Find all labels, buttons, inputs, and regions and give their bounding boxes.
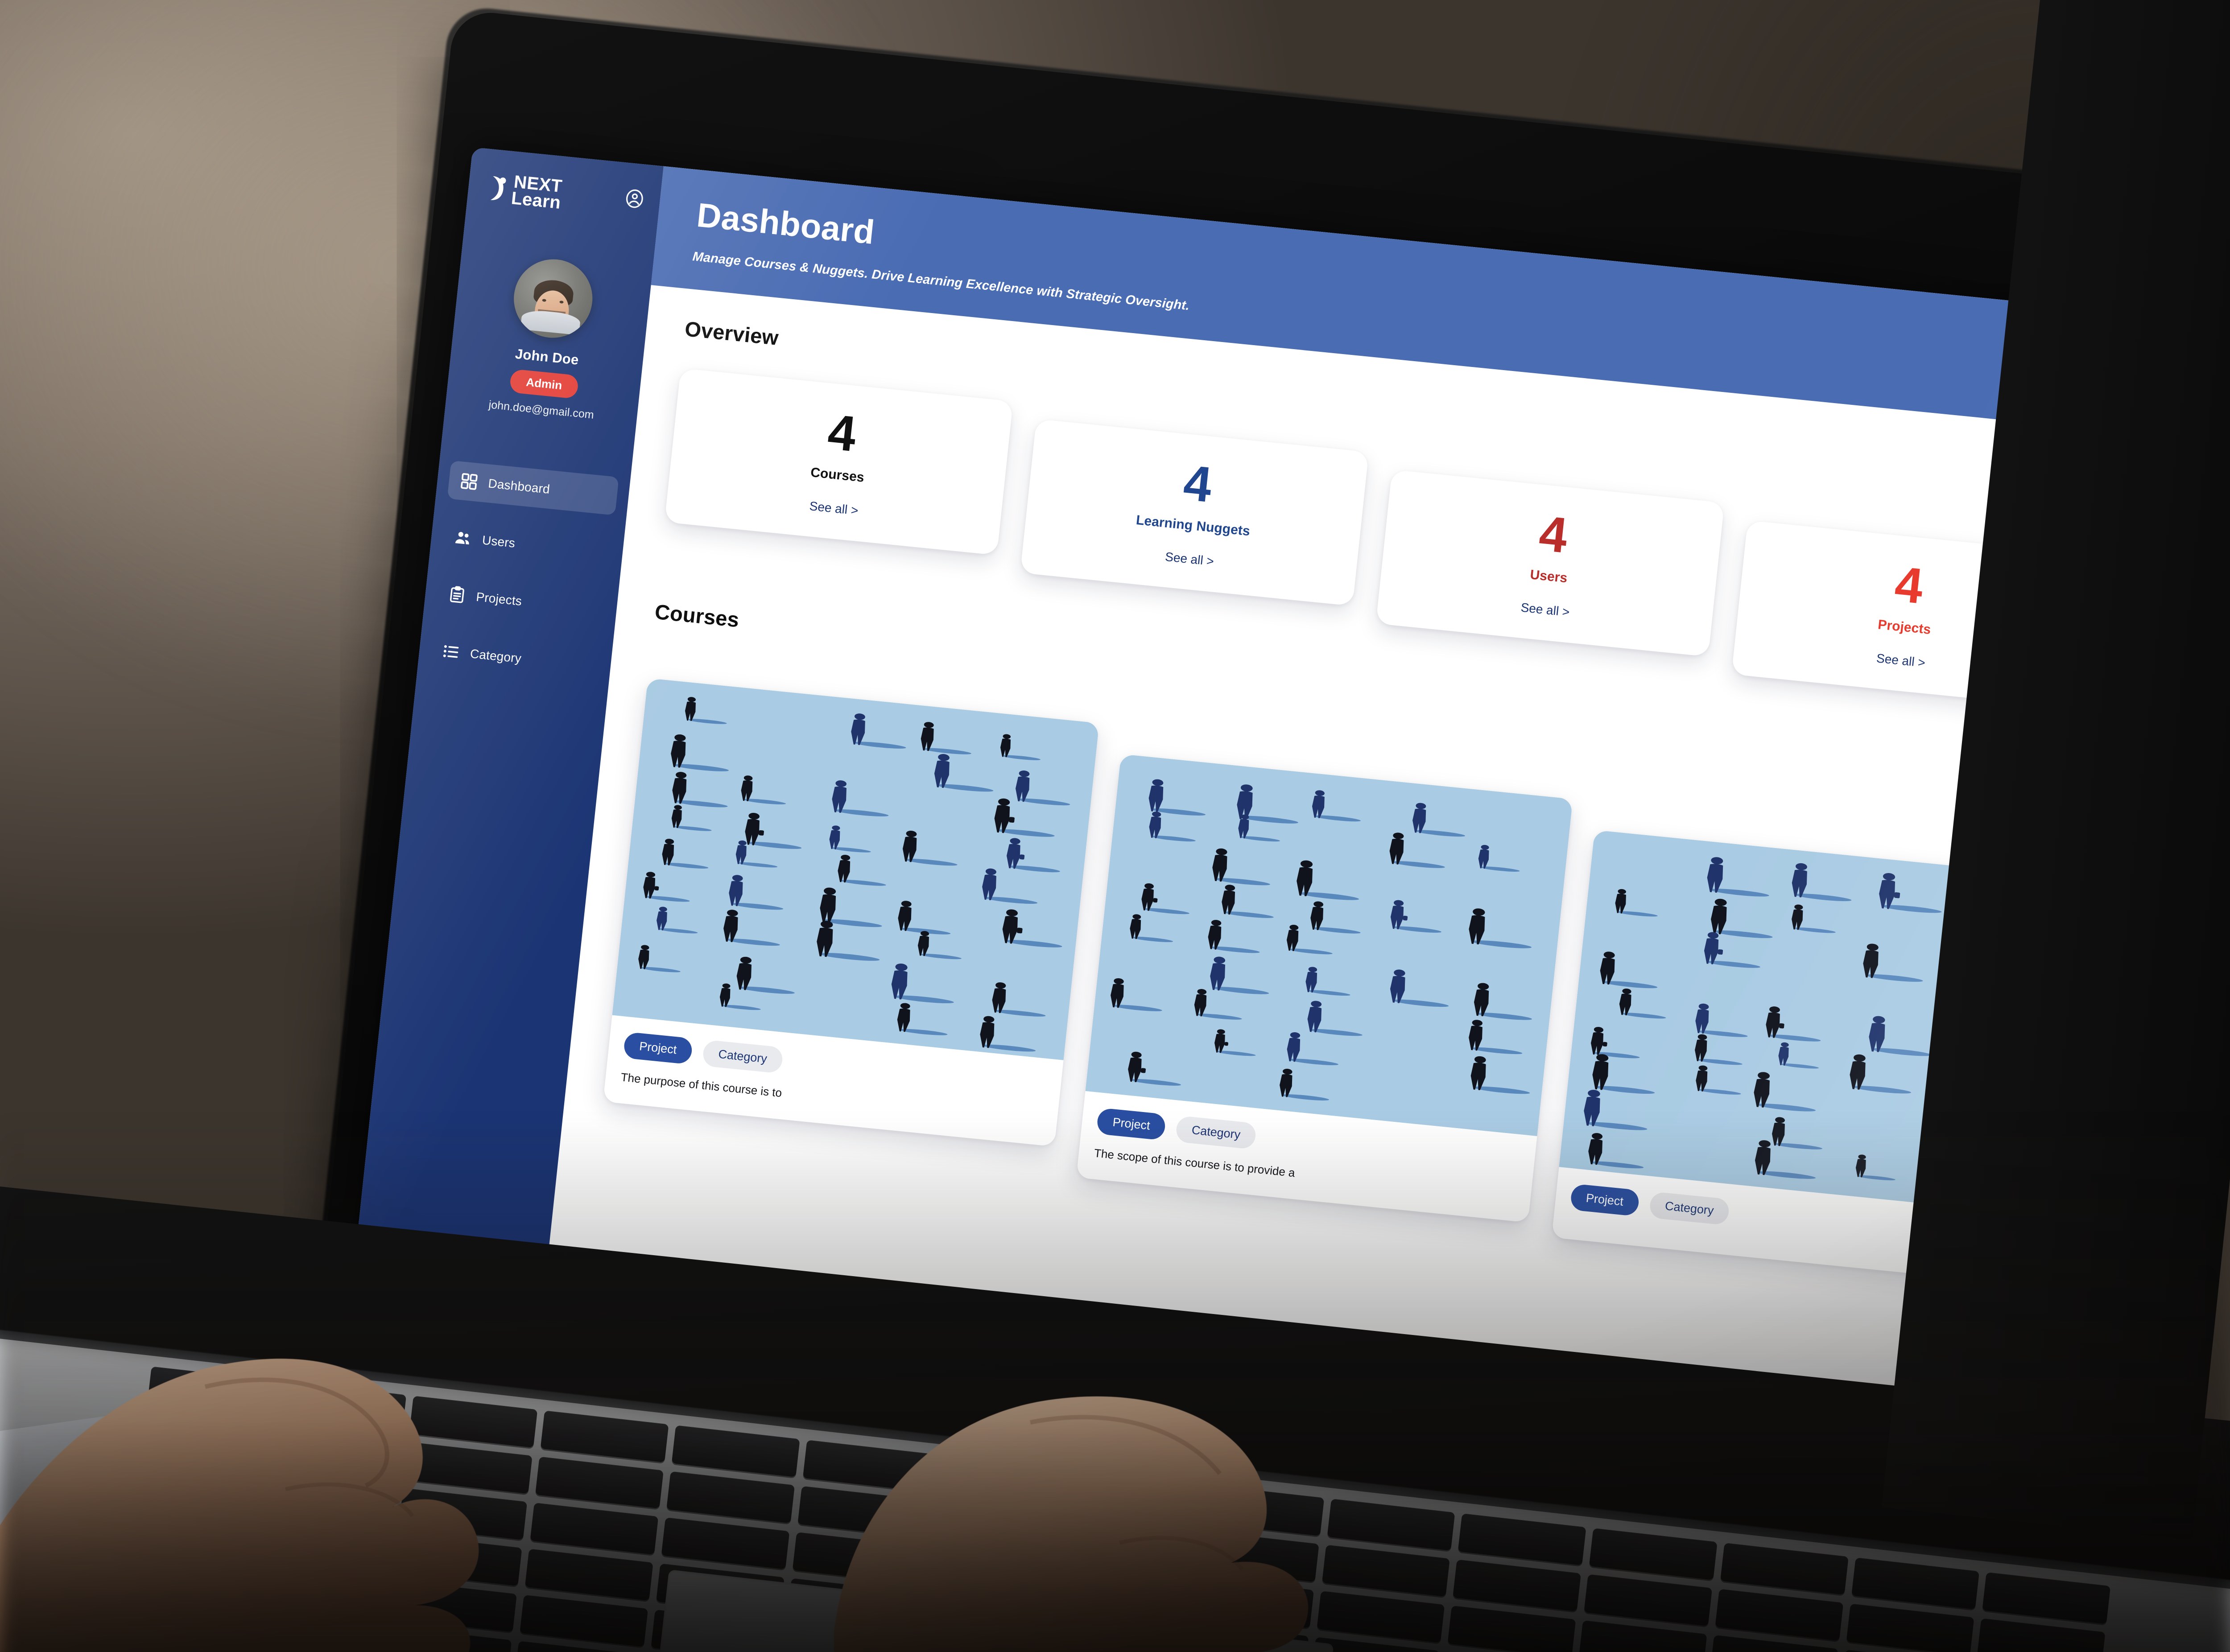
sidebar-item-users[interactable]: Users (441, 517, 613, 572)
chip-category[interactable]: Category (702, 1039, 784, 1074)
sidebar-item-dashboard[interactable]: Dashboard (447, 460, 619, 515)
courses-title: Courses (653, 600, 740, 632)
chip-project[interactable]: Project (623, 1032, 694, 1065)
logo-wordmark: NEXT Learn (510, 172, 563, 213)
people-icon (453, 528, 473, 548)
account-circle-icon[interactable] (624, 187, 646, 210)
sidebar-item-label: Category (469, 646, 522, 665)
stat-card-users[interactable]: 4 Users See all > (1375, 470, 1725, 657)
bullet-list-icon (441, 641, 461, 662)
people-silhouettes-thumbnail (612, 678, 1099, 1060)
role-badge: Admin (509, 368, 579, 399)
sidebar-item-label: Projects (475, 589, 523, 608)
sidebar-item-category[interactable]: Category (429, 630, 601, 685)
clipboard-list-icon (447, 585, 467, 605)
people-silhouettes-thumbnail (1085, 754, 1573, 1137)
photo-scene: NEXT Learn John Doe Admin john.doe@gmail… (0, 0, 2230, 1652)
sidebar-profile: John Doe Admin john.doe@gmail.com (445, 250, 652, 426)
sidebar-item-label: Users (481, 533, 516, 550)
avatar (510, 255, 597, 342)
user-photo-avatar (520, 269, 581, 335)
app-logo[interactable]: NEXT Learn (487, 171, 563, 213)
crescent-person-icon (487, 174, 510, 203)
sidebar-item-label: Dashboard (487, 476, 551, 496)
sidebar-nav: Dashboard Users Projects Category (417, 459, 630, 687)
stat-card-learning-nuggets[interactable]: 4 Learning Nuggets See all > (1020, 419, 1369, 606)
logo-learn-text: Learn (510, 188, 562, 213)
stat-card-courses[interactable]: 4 Courses See all > (664, 368, 1013, 556)
sidebar-top: NEXT Learn (467, 163, 662, 221)
sidebar-item-projects[interactable]: Projects (435, 574, 607, 629)
course-card[interactable]: Project Category The purpose of this cou… (603, 678, 1099, 1147)
foreground-shadow (0, 1117, 2230, 1652)
grid-squares-icon (459, 471, 479, 492)
